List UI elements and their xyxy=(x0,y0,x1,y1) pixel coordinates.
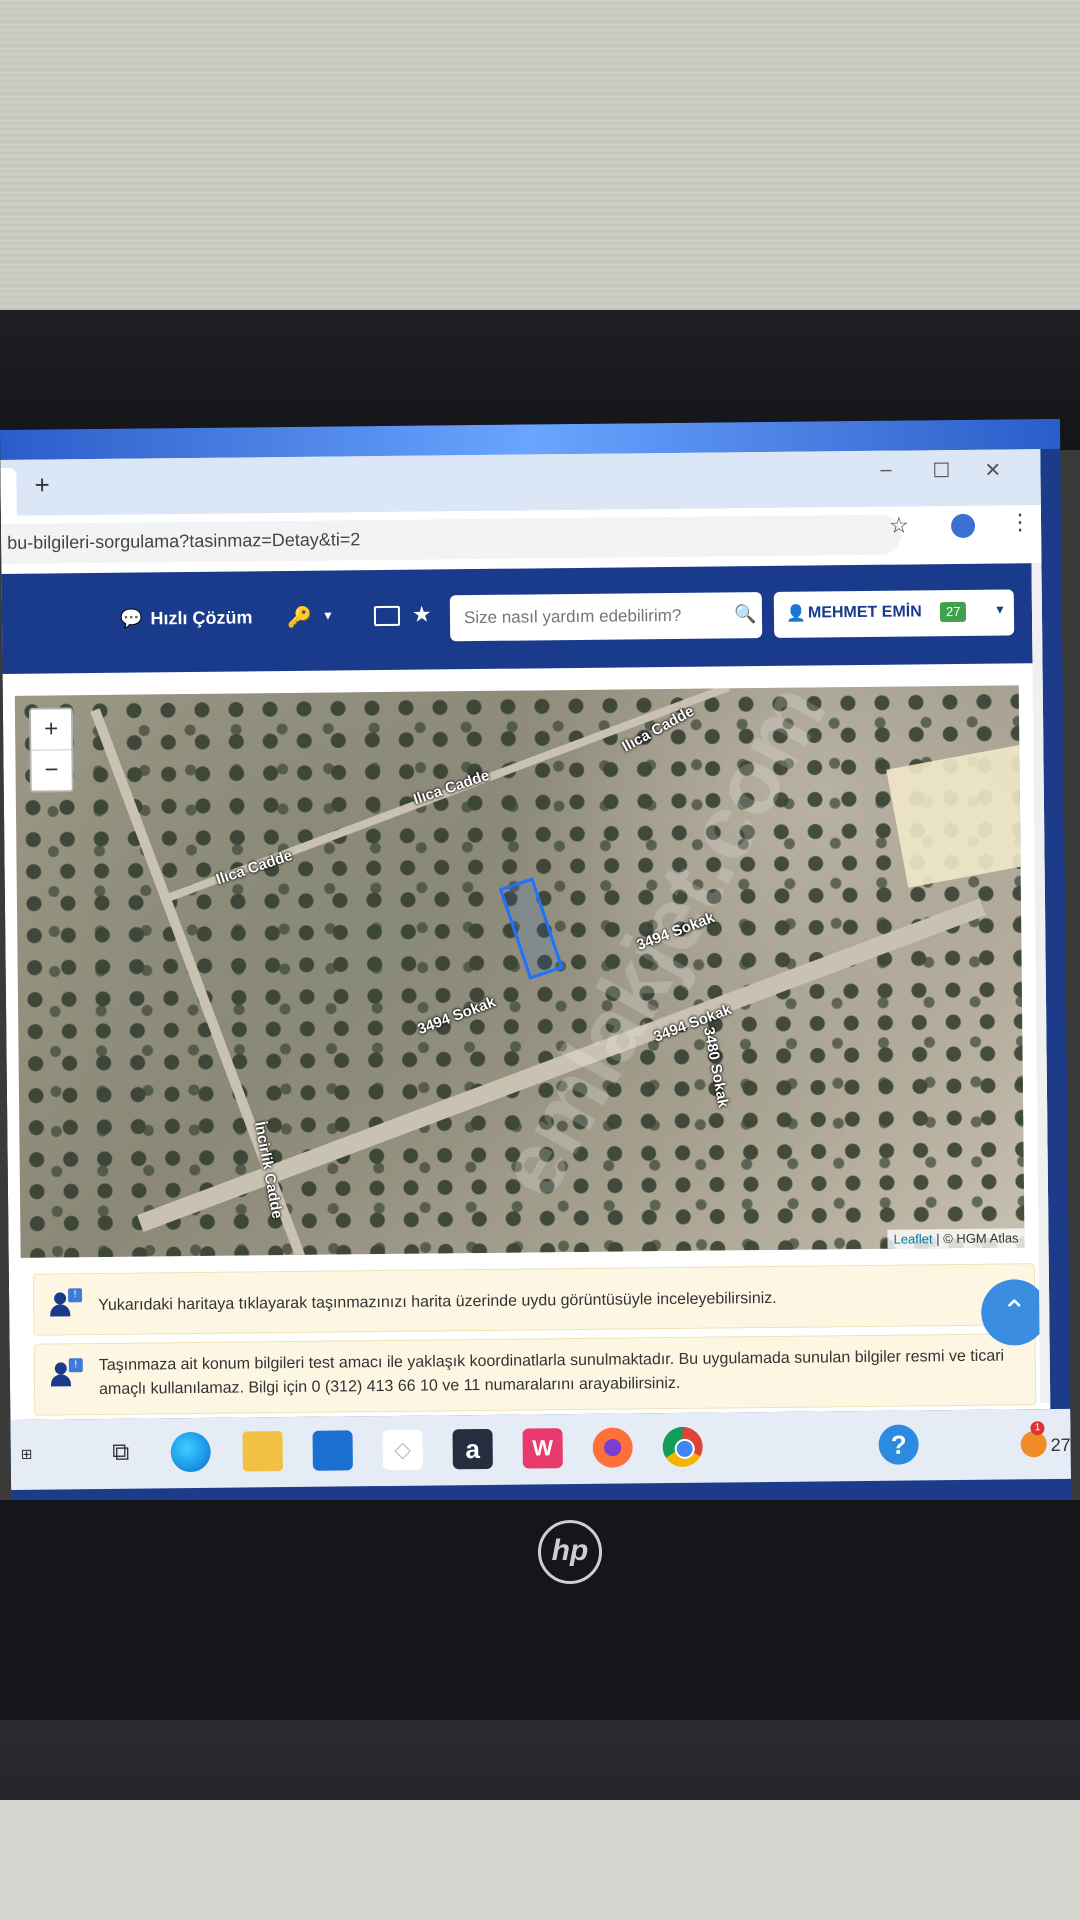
zoom-in-button[interactable]: + xyxy=(30,709,72,751)
site-header: 💬 Hızlı Çözüm 🔑 ▼ ★ 🔍 👤 MEHMET EMİN 27 ▼ xyxy=(1,563,1033,674)
url-field[interactable]: bu-bilgileri-sorgulama?tasinmaz=Detay&ti… xyxy=(0,514,902,564)
satellite-map[interactable]: Ilıca Cadde Ilıca Cadde Ilıca Cadde 3494… xyxy=(14,685,1025,1258)
table-surface xyxy=(0,1800,1080,1920)
quick-solution-label: Hızlı Çözüm xyxy=(150,607,253,629)
bright-field xyxy=(886,744,1025,888)
close-window-button[interactable]: ✕ xyxy=(984,458,1001,483)
edge-browser-icon[interactable] xyxy=(170,1431,211,1473)
id-card-icon[interactable] xyxy=(373,605,401,627)
background-wall xyxy=(0,0,1080,330)
dropbox-icon[interactable]: ◇ xyxy=(382,1429,423,1471)
file-explorer-icon[interactable] xyxy=(242,1431,283,1472)
info-message: ! Yukarıdaki haritaya tıklayarak taşınma… xyxy=(32,1263,1036,1336)
mail-icon[interactable] xyxy=(312,1430,353,1471)
office-icon[interactable]: W xyxy=(522,1428,563,1469)
notification-badge: 1 xyxy=(1030,1421,1045,1436)
user-menu-button[interactable]: 👤 MEHMET EMİN 27 ▼ xyxy=(773,589,1015,638)
browser-menu-icon[interactable]: ⋮ xyxy=(1009,509,1031,535)
user-icon: 👤 xyxy=(785,605,806,623)
support-person-icon: ! xyxy=(48,1288,83,1318)
temperature-readout[interactable]: 27°C xyxy=(1051,1435,1072,1456)
message-count-badge: 27 xyxy=(939,601,967,623)
attribution-text: | © HGM Atlas xyxy=(932,1230,1019,1247)
profile-avatar-icon[interactable] xyxy=(950,513,976,539)
zoom-control: + − xyxy=(28,707,74,793)
key-icon[interactable]: 🔑 xyxy=(287,605,312,630)
search-icon[interactable]: 🔍 xyxy=(734,604,757,625)
search-box: 🔍 xyxy=(449,592,763,642)
browser-window: + – ☐ ✕ bu-bilgileri-sorgulama?tasinmaz=… xyxy=(0,449,1051,1420)
map-attribution: Leaflet | © HGM Atlas xyxy=(887,1228,1025,1249)
chevron-down-icon[interactable]: ▼ xyxy=(322,609,334,623)
active-tab[interactable] xyxy=(0,467,17,516)
chevron-down-icon: ▼ xyxy=(993,602,1006,617)
info-text: Taşınmaza ait konum bilgileri test amacı… xyxy=(98,1347,1005,1399)
info-message: ! Taşınmaza ait konum bilgileri test ama… xyxy=(33,1333,1037,1416)
windows-taskbar: ⊞ ⧉ ◇ a W ? 1 27°C xyxy=(10,1408,1072,1490)
start-button[interactable]: ⊞ xyxy=(21,1433,61,1473)
help-icon[interactable]: ? xyxy=(878,1424,919,1465)
info-text: Yukarıdaki haritaya tıklayarak taşınmazı… xyxy=(98,1289,777,1315)
weather-icon[interactable] xyxy=(1020,1431,1047,1458)
maximize-button[interactable]: ☐ xyxy=(932,458,950,483)
leaflet-link[interactable]: Leaflet xyxy=(893,1231,932,1246)
scroll-to-top-button[interactable]: ⌃ xyxy=(980,1279,1048,1346)
zoom-out-button[interactable]: − xyxy=(31,750,71,790)
bookmark-star-icon[interactable]: ☆ xyxy=(889,512,909,538)
quick-solution-link[interactable]: 💬 Hızlı Çözüm xyxy=(120,607,253,629)
amazon-icon[interactable]: a xyxy=(452,1428,493,1470)
url-text: bu-bilgileri-sorgulama?tasinmaz=Detay&ti… xyxy=(7,529,361,553)
chrome-icon[interactable] xyxy=(662,1426,703,1468)
laptop-bottom-bezel xyxy=(0,1500,1080,1720)
search-input[interactable] xyxy=(461,604,727,630)
chat-icon: 💬 xyxy=(119,608,143,629)
hp-logo: hp xyxy=(538,1520,602,1584)
laptop-screen: + – ☐ ✕ bu-bilgileri-sorgulama?tasinmaz=… xyxy=(0,418,1072,1515)
new-tab-button[interactable]: + xyxy=(34,469,50,500)
favorites-star-icon[interactable]: ★ xyxy=(412,601,432,627)
task-view-icon[interactable]: ⧉ xyxy=(101,1433,141,1473)
minimize-button[interactable]: – xyxy=(880,459,891,482)
user-name: MEHMET EMİN xyxy=(807,603,922,622)
support-person-icon: ! xyxy=(49,1358,83,1388)
firefox-icon[interactable] xyxy=(592,1427,633,1468)
